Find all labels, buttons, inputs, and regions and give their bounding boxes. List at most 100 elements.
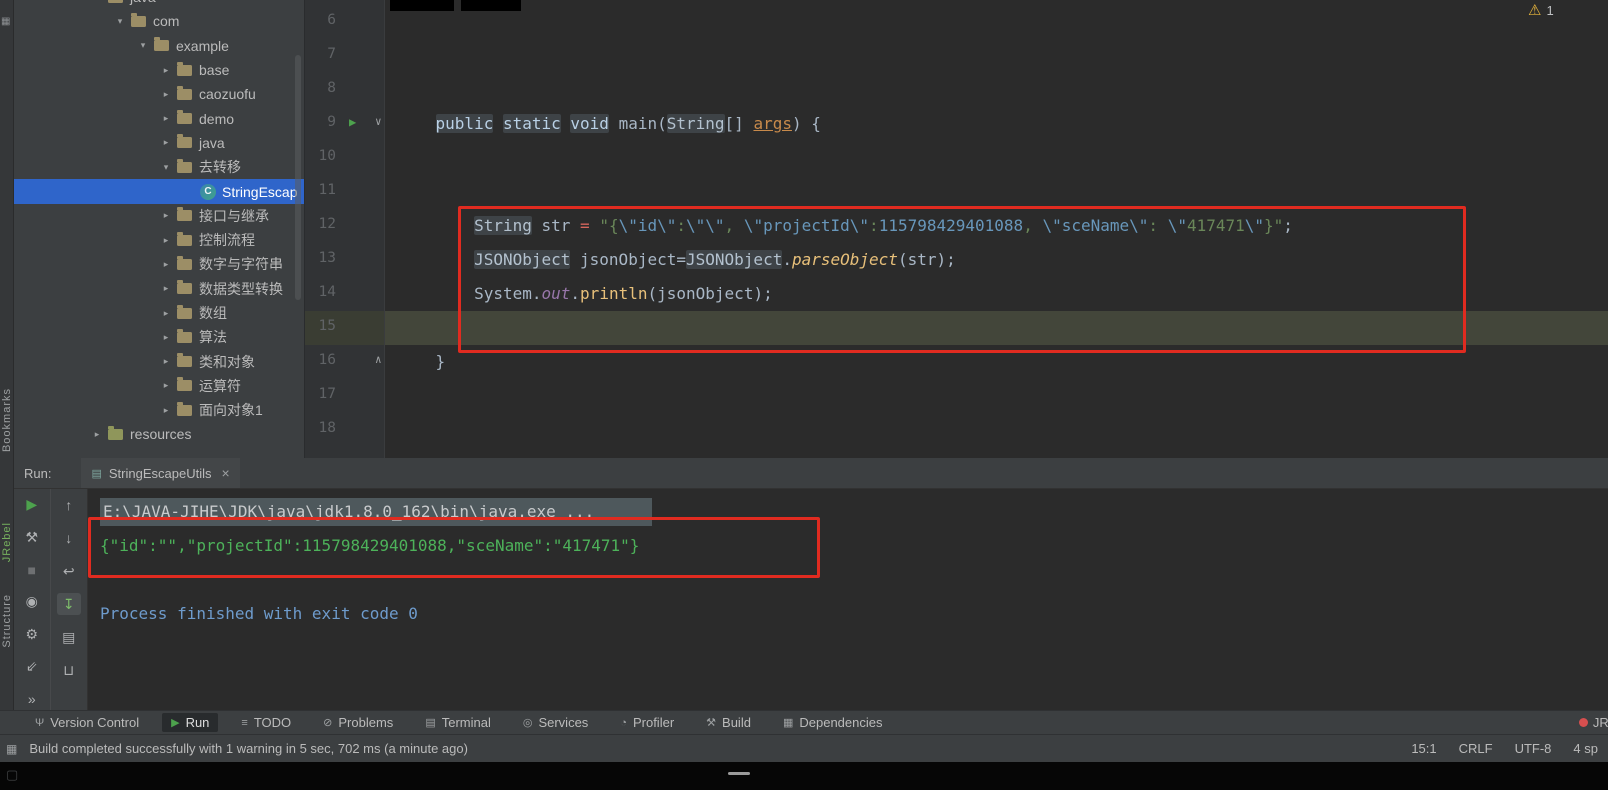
code-line-12[interactable]: String str = "{\"id\":\"\", \"projectId\… (385, 209, 1608, 243)
gutter-row[interactable]: 6 (305, 5, 384, 39)
status-indent[interactable]: 4 sp (1573, 741, 1598, 756)
chevron-right-icon[interactable]: ▸ (157, 137, 175, 148)
gutter-row[interactable]: 17 (305, 379, 384, 413)
chevron-right-icon[interactable]: ▸ (157, 380, 175, 391)
chevron-right-icon[interactable]: ▸ (157, 235, 175, 246)
tree-item-17[interactable]: ▸ 面向对象1 (14, 398, 304, 422)
screenshot-button[interactable]: ◉ (20, 591, 44, 612)
tree-item-10[interactable]: ▸ 控制流程 (14, 228, 304, 252)
gutter-row[interactable]: 11 (305, 175, 384, 209)
gutter-row[interactable]: 8 (305, 73, 384, 107)
rerun-button[interactable]: ▶ (20, 494, 44, 515)
code-line-6[interactable] (385, 5, 1608, 39)
code-line-8[interactable] (385, 73, 1608, 107)
soft-wrap-button[interactable]: ↩ (57, 560, 81, 582)
tree-item-3[interactable]: ▸ base (14, 58, 304, 82)
chevron-right-icon[interactable]: ▸ (157, 405, 175, 416)
tool-tab-version-control[interactable]: Ψ Version Control (26, 713, 148, 732)
next-trace-button[interactable]: ↓ (57, 527, 81, 549)
chevron-right-icon[interactable]: ▸ (157, 89, 175, 100)
tool-tab-terminal[interactable]: ▤ Terminal (416, 713, 500, 732)
code-line-16[interactable]: } (385, 345, 1608, 379)
code-editor[interactable]: public static void main(String[] args) {… (385, 0, 1608, 458)
tree-item-16[interactable]: ▸ 运算符 (14, 374, 304, 398)
more-options-button[interactable]: » (20, 689, 44, 710)
chevron-down-icon[interactable]: ▾ (88, 0, 106, 3)
run-console[interactable]: E:\JAVA-JIHE\JDK\java\jdk1.8.0_162\bin\j… (88, 489, 1608, 710)
tool-tab-profiler[interactable]: ◔ Profiler (611, 713, 683, 732)
chevron-right-icon[interactable]: ▸ (157, 332, 175, 343)
code-line-13[interactable]: JSONObject jsonObject=JSONObject.parseOb… (385, 243, 1608, 277)
code-line-15[interactable] (385, 311, 1608, 345)
tree-item-13[interactable]: ▸ 数组 (14, 301, 304, 325)
gutter-row[interactable]: 13 (305, 243, 384, 277)
jrebel-status[interactable]: JRe (1578, 715, 1608, 730)
prev-trace-button[interactable]: ↑ (57, 494, 81, 516)
project-tool-icon[interactable]: ▦ (1, 16, 10, 27)
scroll-to-end-button[interactable]: ↧ (56, 593, 81, 615)
code-line-14[interactable]: System.out.println(jsonObject); (385, 277, 1608, 311)
tool-tab-todo[interactable]: ≡ TODO (232, 713, 300, 732)
code-line-18[interactable] (385, 413, 1608, 447)
tree-item-2[interactable]: ▾ example (14, 34, 304, 58)
stop-button[interactable]: ■ (20, 559, 44, 580)
tree-item-12[interactable]: ▸ 数据类型转换 (14, 277, 304, 301)
chevron-right-icon[interactable]: ▸ (88, 429, 106, 440)
tool-window-button-structure[interactable]: Structure (1, 594, 13, 648)
chevron-right-icon[interactable]: ▸ (157, 210, 175, 221)
run-tab-stringescapeutils[interactable]: ▤ StringEscapeUtils × (81, 458, 240, 488)
tool-tab-run[interactable]: ▶ Run (162, 713, 219, 732)
tree-item-1[interactable]: ▾ com (14, 9, 304, 33)
tree-scrollbar[interactable] (295, 55, 301, 300)
code-line-17[interactable] (385, 379, 1608, 413)
coverage-settings-button[interactable]: ⚙ (20, 624, 44, 645)
fold-up-icon[interactable]: ∧ (375, 353, 382, 366)
chevron-down-icon[interactable]: ▾ (111, 16, 129, 27)
tree-item-5[interactable]: ▸ demo (14, 106, 304, 130)
chevron-right-icon[interactable]: ▸ (157, 308, 175, 319)
editor-gutter[interactable]: 6 7 8 9 ▶ ∨ 10 11 12 13 14 15 16 ∧ 17 18 (305, 0, 385, 458)
fold-down-icon[interactable]: ∨ (375, 115, 382, 128)
notification-warning[interactable]: ⚠ 1 (1528, 1, 1554, 19)
tree-item-14[interactable]: ▸ 算法 (14, 325, 304, 349)
status-encoding[interactable]: UTF-8 (1515, 741, 1552, 756)
print-button[interactable]: ▤ (57, 626, 81, 648)
restore-layout-button[interactable]: ⇙ (20, 656, 44, 677)
tree-item-8[interactable]: C StringEscap (14, 179, 304, 204)
clear-console-button[interactable]: ⊔ (57, 659, 81, 681)
gutter-row[interactable]: 10 (305, 141, 384, 175)
code-line-10[interactable] (385, 141, 1608, 175)
code-line-7[interactable] (385, 39, 1608, 73)
chevron-right-icon[interactable]: ▸ (157, 259, 175, 270)
tool-windows-toggle-icon[interactable]: ▦ (6, 742, 17, 756)
tree-item-9[interactable]: ▸ 接口与继承 (14, 204, 304, 228)
gutter-row[interactable]: 7 (305, 39, 384, 73)
gutter-row[interactable]: 9 ▶ ∨ (305, 107, 384, 141)
tool-tab-dependencies[interactable]: ▦ Dependencies (774, 713, 892, 732)
gutter-row[interactable]: 16 ∧ (305, 345, 384, 379)
chevron-down-icon[interactable]: ▾ (157, 162, 175, 173)
run-main-icon[interactable]: ▶ (349, 115, 356, 129)
chevron-right-icon[interactable]: ▸ (157, 65, 175, 76)
chevron-right-icon[interactable]: ▸ (157, 113, 175, 124)
tree-item-18[interactable]: ▸ resources (14, 422, 304, 446)
tree-item-15[interactable]: ▸ 类和对象 (14, 349, 304, 373)
tree-item-6[interactable]: ▸ java (14, 131, 304, 155)
code-line-11[interactable] (385, 175, 1608, 209)
chevron-down-icon[interactable]: ▾ (134, 40, 152, 51)
chevron-right-icon[interactable]: ▸ (157, 356, 175, 367)
tree-item-11[interactable]: ▸ 数字与字符串 (14, 252, 304, 276)
status-message[interactable]: Build completed successfully with 1 warn… (29, 741, 468, 756)
tool-tab-services[interactable]: ◎ Services (514, 713, 597, 732)
tree-item-0[interactable]: ▾ java (14, 0, 304, 9)
status-line-ending[interactable]: CRLF (1459, 741, 1493, 756)
gutter-row[interactable]: 12 (305, 209, 384, 243)
tree-item-4[interactable]: ▸ caozuofu (14, 82, 304, 106)
gutter-row[interactable]: 15 (305, 311, 384, 345)
tool-window-button-jrebel[interactable]: JRebel (1, 522, 13, 562)
edit-configuration-button[interactable]: ⚒ (20, 526, 44, 547)
tool-tab-problems[interactable]: ⊘ Problems (314, 713, 402, 732)
gutter-row[interactable]: 18 (305, 413, 384, 447)
status-caret-position[interactable]: 15:1 (1411, 741, 1436, 756)
chevron-right-icon[interactable]: ▸ (157, 283, 175, 294)
